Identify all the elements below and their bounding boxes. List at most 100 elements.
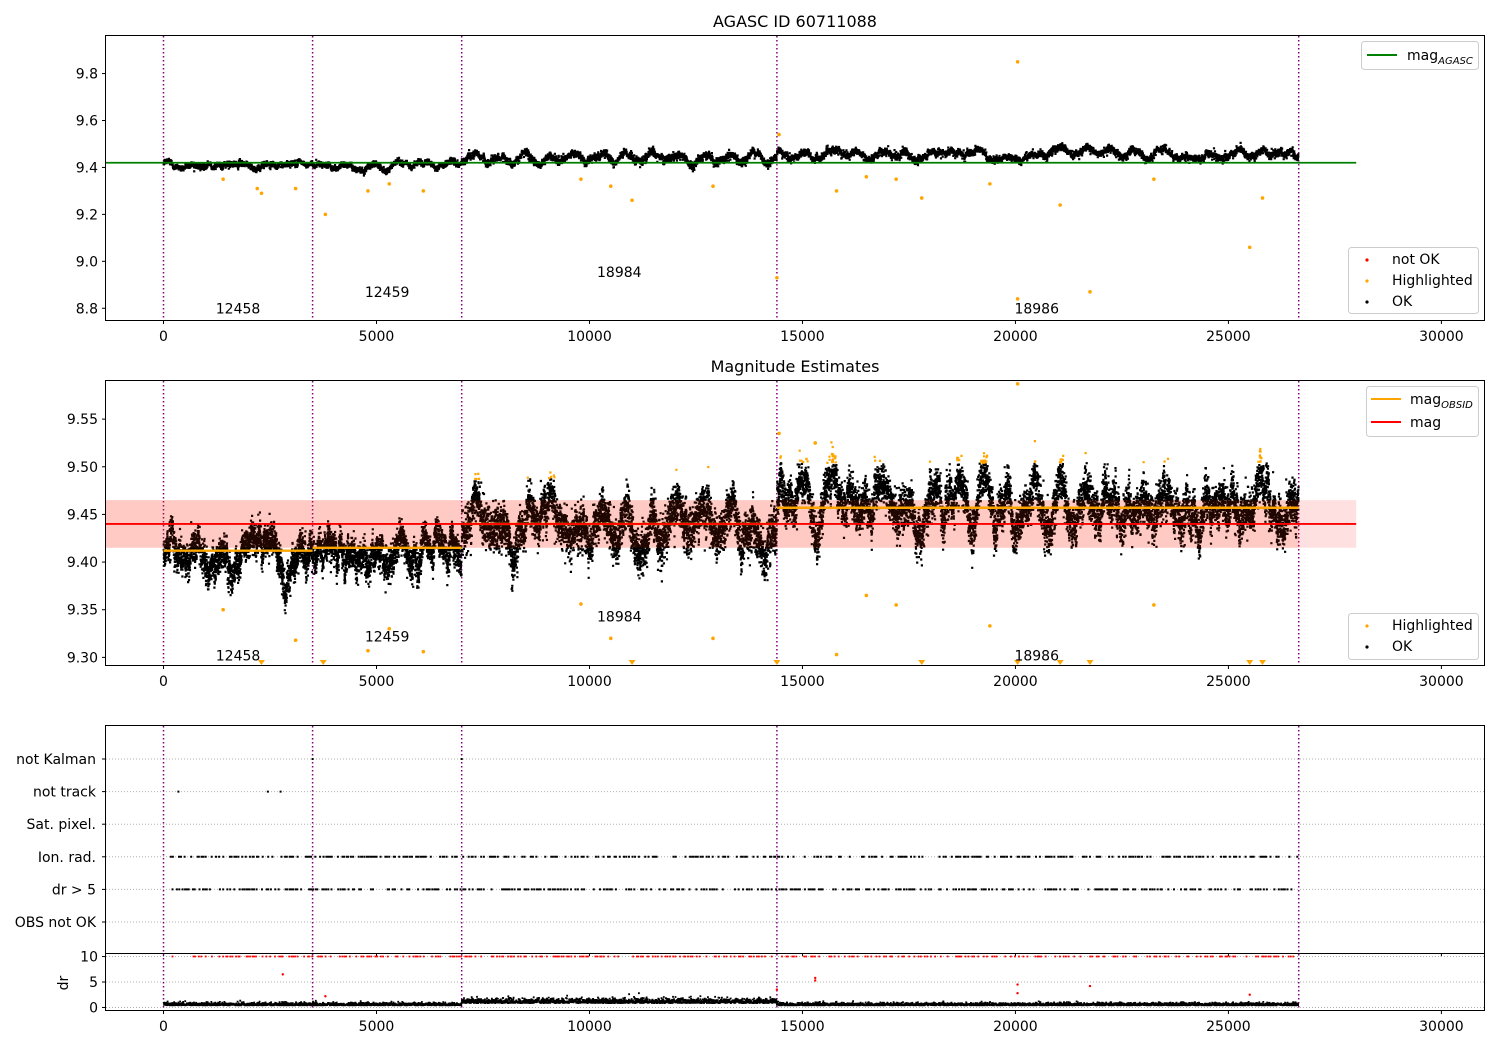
dr-outlier	[281, 973, 284, 976]
highlighted-outlier	[630, 198, 634, 203]
dr-outlier	[1088, 984, 1092, 988]
highlighted-outlier	[1152, 177, 1156, 181]
y-tick-label: 5	[89, 975, 98, 991]
legend-agasc-top: magAGASC	[1361, 41, 1479, 70]
y-tick-label: 0	[89, 1000, 98, 1016]
y-tick-label: 9.55	[67, 412, 98, 428]
highlighted-outlier	[813, 441, 818, 445]
highlighted-outlier	[1015, 60, 1020, 64]
figure: AGASC ID 60711088 12458 12459 18984 18986 0…	[0, 0, 1500, 1050]
legend-magnitudes-top: magOBSID mag	[1366, 386, 1479, 437]
highlighted-outlier	[1015, 382, 1020, 386]
obsid-label: 18984	[597, 609, 642, 625]
highlighted-outlier	[988, 182, 992, 186]
y-tick-label: 9.4	[76, 160, 98, 176]
legend-agasc-bottom: not OK Highlighted OK	[1348, 247, 1479, 314]
legend2-ok-label: OK	[1392, 639, 1413, 655]
highlighted-outlier	[1088, 290, 1092, 294]
flag-label: OBS not OK	[15, 915, 97, 931]
legend2-highlighted-marker	[1365, 624, 1369, 628]
x-tick-label: 20000	[993, 329, 1038, 345]
x-tick-label: 0	[159, 674, 168, 690]
panel-agasc-title: AGASC ID 60711088	[713, 12, 877, 31]
panel-magnitudes-title: Magnitude Estimates	[711, 357, 880, 376]
y-tick-label: 8.8	[76, 301, 98, 317]
highlighted-outlier	[1058, 203, 1062, 207]
highlighted-outlier	[387, 182, 392, 186]
legend-notok-marker	[1365, 258, 1369, 262]
flag-label: dr > 5	[52, 882, 96, 898]
highlighted-outlier	[894, 177, 898, 181]
highlighted-outlier	[988, 624, 992, 628]
highlighted-outlier	[894, 603, 898, 607]
obsid-label: 12458	[216, 301, 261, 317]
legend2-highlighted-label: Highlighted	[1392, 618, 1473, 634]
x-tick-label: 25000	[1206, 1019, 1251, 1035]
y-tick-label: 9.35	[67, 603, 98, 619]
highlighted-outlier	[711, 184, 715, 189]
dr-outlier	[814, 976, 817, 980]
highlighted-outlier	[421, 649, 426, 654]
highlighted-outlier	[775, 275, 779, 280]
y-tick-label: 9.50	[67, 460, 98, 476]
highlighted-outlier	[1260, 196, 1265, 200]
dr-outlier	[1016, 983, 1019, 986]
highlighted-outlier	[579, 177, 583, 181]
highlighted-outlier	[864, 593, 869, 598]
y-tick-label: 9.6	[76, 113, 98, 129]
highlighted-outlier	[1247, 245, 1252, 250]
highlighted-outlier	[1152, 603, 1156, 607]
x-tick-label: 0	[159, 1019, 168, 1035]
x-tick-label: 30000	[1419, 329, 1464, 345]
panel-dr-ylabel: dr	[56, 975, 72, 990]
highlighted-outlier	[293, 638, 298, 643]
legend-ok-label: OK	[1392, 294, 1413, 310]
legend-highlighted-label: Highlighted	[1392, 273, 1473, 289]
obsid-label: 12458	[216, 648, 261, 664]
x-tick-label: 5000	[359, 674, 395, 690]
highlighted-outlier	[711, 636, 715, 641]
x-tick-label: 30000	[1419, 674, 1464, 690]
x-tick-label: 5000	[359, 1019, 395, 1035]
x-tick-label: 15000	[780, 674, 825, 690]
x-tick-label: 10000	[567, 1019, 612, 1035]
y-tick-label: 10	[80, 950, 98, 966]
legend2-ok-marker	[1365, 645, 1369, 649]
dr-outlier	[324, 995, 327, 998]
highlighted-outlier	[221, 607, 225, 612]
flag-label: Ion. rad.	[38, 850, 96, 866]
obsid-label: 18984	[597, 265, 642, 281]
highlighted-outlier	[421, 189, 426, 193]
legend-highlighted-marker	[1365, 279, 1369, 283]
highlighted-outlier	[579, 602, 583, 606]
y-tick-label: 9.8	[76, 67, 98, 83]
y-tick-label: 9.45	[67, 507, 98, 523]
highlighted-outlier	[293, 186, 298, 191]
x-tick-label: 20000	[993, 1019, 1038, 1035]
highlighted-outlier	[259, 191, 264, 196]
obsid-label: 18986	[1014, 301, 1059, 317]
x-tick-label: 0	[159, 329, 168, 345]
dr-outlier	[775, 988, 779, 991]
x-tick-label: 15000	[780, 1019, 825, 1035]
highlighted-outlier	[221, 177, 225, 181]
obsid-label: 18986	[1014, 648, 1059, 664]
highlighted-outlier	[777, 132, 781, 137]
flag-label: Sat. pixel.	[27, 817, 96, 833]
y-tick-label: 9.0	[76, 254, 98, 270]
obsid-label: 12459	[365, 629, 410, 645]
highlighted-outlier	[1015, 297, 1020, 301]
x-tick-label: 10000	[567, 674, 612, 690]
x-tick-label: 30000	[1419, 1019, 1464, 1035]
x-tick-label: 25000	[1206, 674, 1251, 690]
highlighted-outlier	[834, 189, 839, 193]
y-tick-label: 9.40	[67, 555, 98, 571]
flag-label: not Kalman	[16, 752, 96, 768]
highlighted-outlier	[255, 186, 260, 191]
y-tick-label: 9.30	[67, 650, 98, 666]
highlighted-outlier	[323, 212, 328, 217]
dr-outlier	[1248, 993, 1251, 996]
highlighted-outlier	[919, 196, 924, 200]
x-tick-label: 5000	[359, 329, 395, 345]
flag-label: not track	[33, 785, 97, 801]
